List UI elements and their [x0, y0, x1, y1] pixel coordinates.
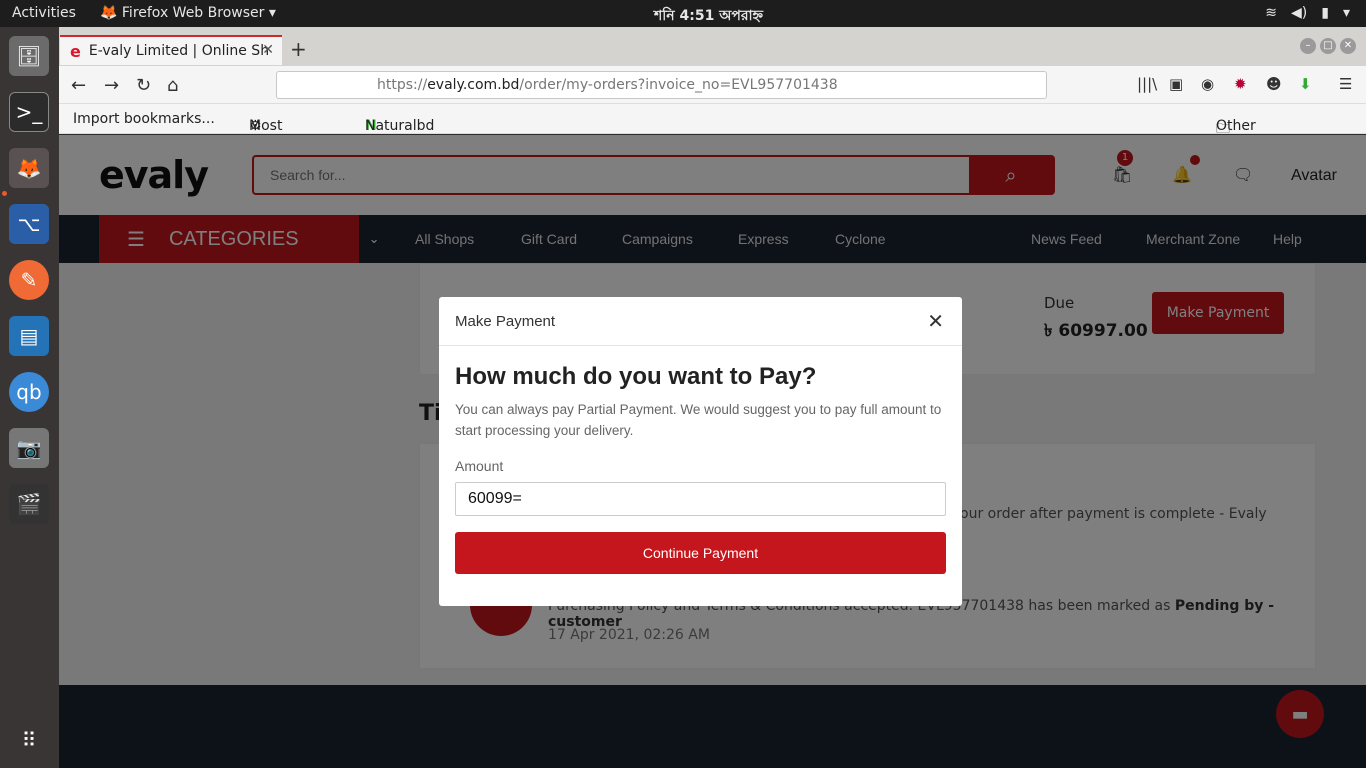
vscode-icon[interactable]: ⌥: [9, 204, 49, 244]
terminal-icon[interactable]: >_: [9, 92, 49, 132]
modal-header: Make Payment ✕: [439, 297, 962, 346]
app-menu[interactable]: 🦊 Firefox Web Browser ▾: [100, 5, 276, 21]
chevron-down-icon: ▾: [1342, 5, 1350, 21]
close-window-icon[interactable]: ✕: [1340, 38, 1356, 54]
active-indicator: [2, 191, 7, 196]
minimize-icon[interactable]: –: [1300, 38, 1316, 54]
maximize-icon[interactable]: □: [1320, 38, 1336, 54]
make-payment-modal: Make Payment ✕ How much do you want to P…: [439, 297, 962, 606]
volume-icon: ◀): [1291, 5, 1308, 21]
clock[interactable]: শনি 4:51 অপরাহ্ন: [654, 4, 763, 28]
firefox-icon[interactable]: 🦊: [9, 148, 49, 188]
url-bar[interactable]: https://evaly.com.bd/order/my-orders?inv…: [276, 71, 1047, 99]
amount-label: Amount: [455, 458, 504, 474]
new-tab-button[interactable]: +: [290, 37, 307, 61]
system-top-bar: Activities 🦊 Firefox Web Browser ▾ শনি 4…: [0, 0, 1366, 27]
window-controls: – □ ✕: [1300, 38, 1356, 54]
bookmarks-toolbar: Import bookmarks... ⚙ Most Visited N Nat…: [59, 104, 1366, 166]
extension-icon[interactable]: ✹: [1234, 75, 1247, 93]
sidebar-icon[interactable]: ▣: [1169, 75, 1183, 93]
forward-icon[interactable]: →: [104, 75, 119, 96]
writer-icon[interactable]: ▤: [9, 316, 49, 356]
video-editor-icon[interactable]: 🎬: [9, 484, 49, 524]
modal-heading: How much do you want to Pay?: [455, 363, 817, 390]
show-apps-icon[interactable]: ⠿: [9, 720, 49, 760]
profile-extension-icon[interactable]: ☻: [1266, 75, 1282, 93]
wifi-icon: ≋: [1265, 5, 1278, 21]
import-bookmarks[interactable]: Import bookmarks...: [73, 111, 215, 127]
files-icon[interactable]: 🗄: [9, 36, 49, 76]
close-icon[interactable]: ✕: [927, 309, 944, 334]
dock: 🗄 >_ 🦊 ⌥ ✎ ▤ qb 📷 🎬 ⠿: [0, 27, 59, 768]
reload-icon[interactable]: ↻: [136, 75, 151, 96]
modal-title: Make Payment: [455, 313, 556, 330]
battery-icon: ▮: [1321, 5, 1329, 21]
system-tray[interactable]: ≋ ◀) ▮ ▾: [1265, 5, 1350, 21]
postman-icon[interactable]: ✎: [9, 260, 49, 300]
url-domain: evaly.com.bd: [427, 77, 520, 93]
library-icon[interactable]: |||\: [1137, 75, 1157, 93]
camera-icon[interactable]: 📷: [9, 428, 49, 468]
activities-button[interactable]: Activities: [12, 5, 76, 21]
modal-description: You can always pay Partial Payment. We w…: [455, 402, 942, 438]
app-name: Firefox Web Browser: [121, 5, 265, 21]
tab-close-icon[interactable]: ✕: [262, 42, 274, 58]
evaly-favicon: e: [70, 41, 81, 61]
back-icon[interactable]: ←: [71, 75, 86, 96]
qbittorrent-icon[interactable]: qb: [9, 372, 49, 412]
account-icon[interactable]: ◉: [1201, 75, 1214, 93]
continue-payment-button[interactable]: Continue Payment: [455, 532, 946, 574]
browser-tab[interactable]: e E-valy Limited | Online Sh ✕: [60, 35, 282, 65]
url-prefix: https://: [377, 77, 428, 93]
menu-icon[interactable]: ☰: [1339, 75, 1352, 93]
home-icon[interactable]: ⌂: [167, 75, 178, 96]
download-icon[interactable]: ⬇: [1299, 75, 1312, 93]
url-path: /order/my-orders?invoice_no=EVL957701438: [519, 77, 838, 93]
amount-input[interactable]: [455, 482, 946, 516]
tab-title: E-valy Limited | Online Sh: [88, 43, 270, 59]
